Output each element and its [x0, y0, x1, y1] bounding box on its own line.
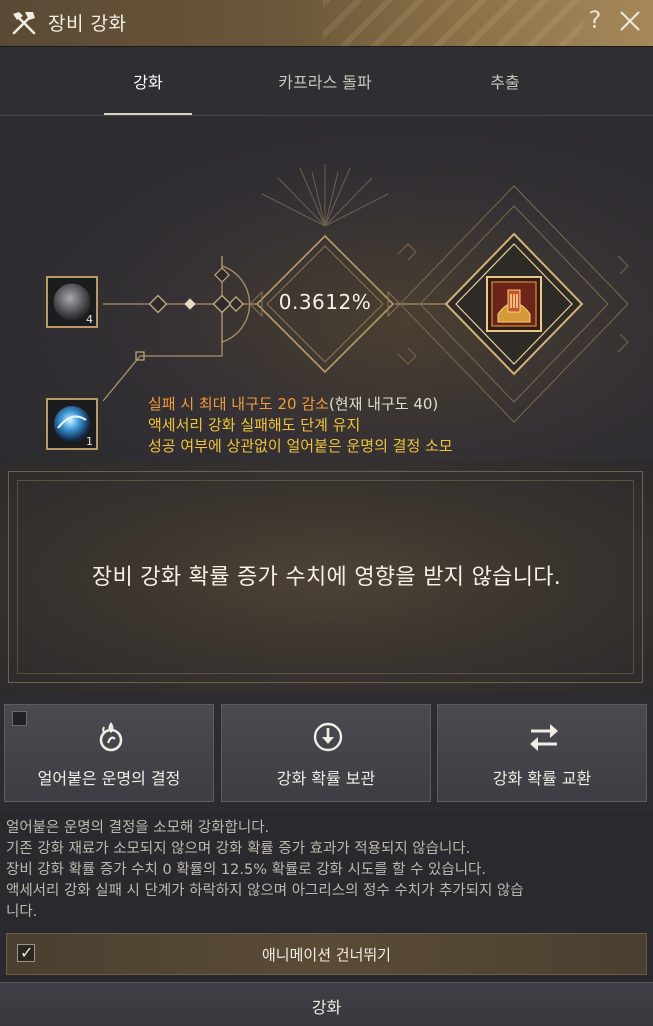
info-consume: 성공 여부에 상관없이 얼어붙은 운명의 결정 소모: [148, 437, 453, 455]
help-button[interactable]: ?: [582, 6, 608, 34]
result-item-slot[interactable]: [484, 274, 544, 334]
frozen-fate-label: 얼어붙은 운명의 결정: [37, 769, 181, 788]
material-count-2: 1: [86, 435, 93, 448]
hammer-icon: [12, 12, 36, 35]
exchange-rate-label: 강화 확률 교환: [492, 769, 592, 788]
enhance-info: 실패 시 최대 내구도 20 감소(현재 내구도 40) 액세서리 강화 실패해…: [148, 394, 453, 457]
enhance-button-label: 강화: [311, 998, 342, 1017]
notice-text: 장비 강화 확률 증가 수치에 영향을 받지 않습니다.: [91, 565, 562, 590]
info-current-durability: (현재 내구도 40): [328, 395, 439, 413]
gold-armor-chest-icon: [486, 276, 542, 332]
description-line: 기존 강화 재료가 소모되지 않으며 강화 확률 증가 효과가 적용되지 않습니…: [6, 841, 471, 857]
material-slot-2[interactable]: 1: [46, 398, 98, 450]
description-line: 얼어붙은 운명의 결정을 소모해 강화합니다.: [6, 820, 270, 836]
notice-panel: 장비 강화 확률 증가 수치에 영향을 받지 않습니다.: [0, 461, 653, 693]
action-buttons: 얼어붙은 운명의 결정 강화 확률 보관 강화 확률 교환: [0, 693, 653, 811]
description-line: 장비 강화 확률 증가 수치 0 확률의 12.5% 확률로 강화 시도를 할 …: [6, 862, 486, 878]
tab-extract[interactable]: 추출: [460, 69, 550, 93]
material-slot-1[interactable]: 4: [46, 276, 98, 328]
skip-animation-toggle[interactable]: ✓ 애니메이션 건너뛰기: [6, 933, 647, 975]
store-rate-button[interactable]: 강화 확률 보관: [221, 704, 431, 802]
store-rate-label: 강화 확률 보관: [276, 769, 376, 788]
frozen-fate-checkbox[interactable]: [12, 711, 27, 726]
window-title: 장비 강화: [48, 13, 127, 35]
download-circle-icon: [313, 722, 343, 752]
description-line: 니다.: [6, 904, 38, 920]
enhance-button[interactable]: 강화: [0, 982, 653, 1026]
tab-kapras-breakthrough[interactable]: 카프라스 돌파: [255, 69, 395, 93]
material-count-1: 4: [86, 313, 93, 326]
exchange-rate-button[interactable]: 강화 확률 교환: [437, 704, 647, 802]
tab-enhance[interactable]: 강화: [104, 69, 192, 93]
frozen-fate-button[interactable]: 얼어붙은 운명의 결정: [4, 704, 214, 802]
info-durability-warning: 실패 시 최대 내구도 20 감소: [148, 395, 329, 413]
close-icon[interactable]: [617, 8, 643, 34]
description: 얼어붙은 운명의 결정을 소모해 강화합니다. 기존 강화 재료가 소모되지 않…: [6, 818, 646, 923]
skip-animation-label: 애니메이션 건너뛰기: [262, 946, 391, 964]
enhance-stage: 4 1 0.3612% 실패 시 최대 내구도 20 감소(현재 내구도 40)…: [0, 116, 653, 461]
info-durability: 실패 시 최대 내구도 20 감소(현재 내구도 40): [148, 394, 453, 415]
title-bar: 장비 강화 ?: [0, 0, 653, 47]
info-accessory-keep: 액세서리 강화 실패해도 단계 유지: [148, 416, 361, 434]
success-rate: 0.3612%: [278, 290, 372, 314]
description-line: 액세서리 강화 실패 시 단계가 하락하지 않으며 아그리스의 정수 수치가 추…: [6, 883, 524, 899]
tab-bar: 강화 카프라스 돌파 추출: [0, 47, 653, 116]
flame-ring-icon: [99, 722, 123, 752]
swap-arrows-icon: [530, 724, 558, 751]
title-bar-pattern: [323, 0, 583, 46]
active-tab-indicator: [104, 113, 192, 115]
